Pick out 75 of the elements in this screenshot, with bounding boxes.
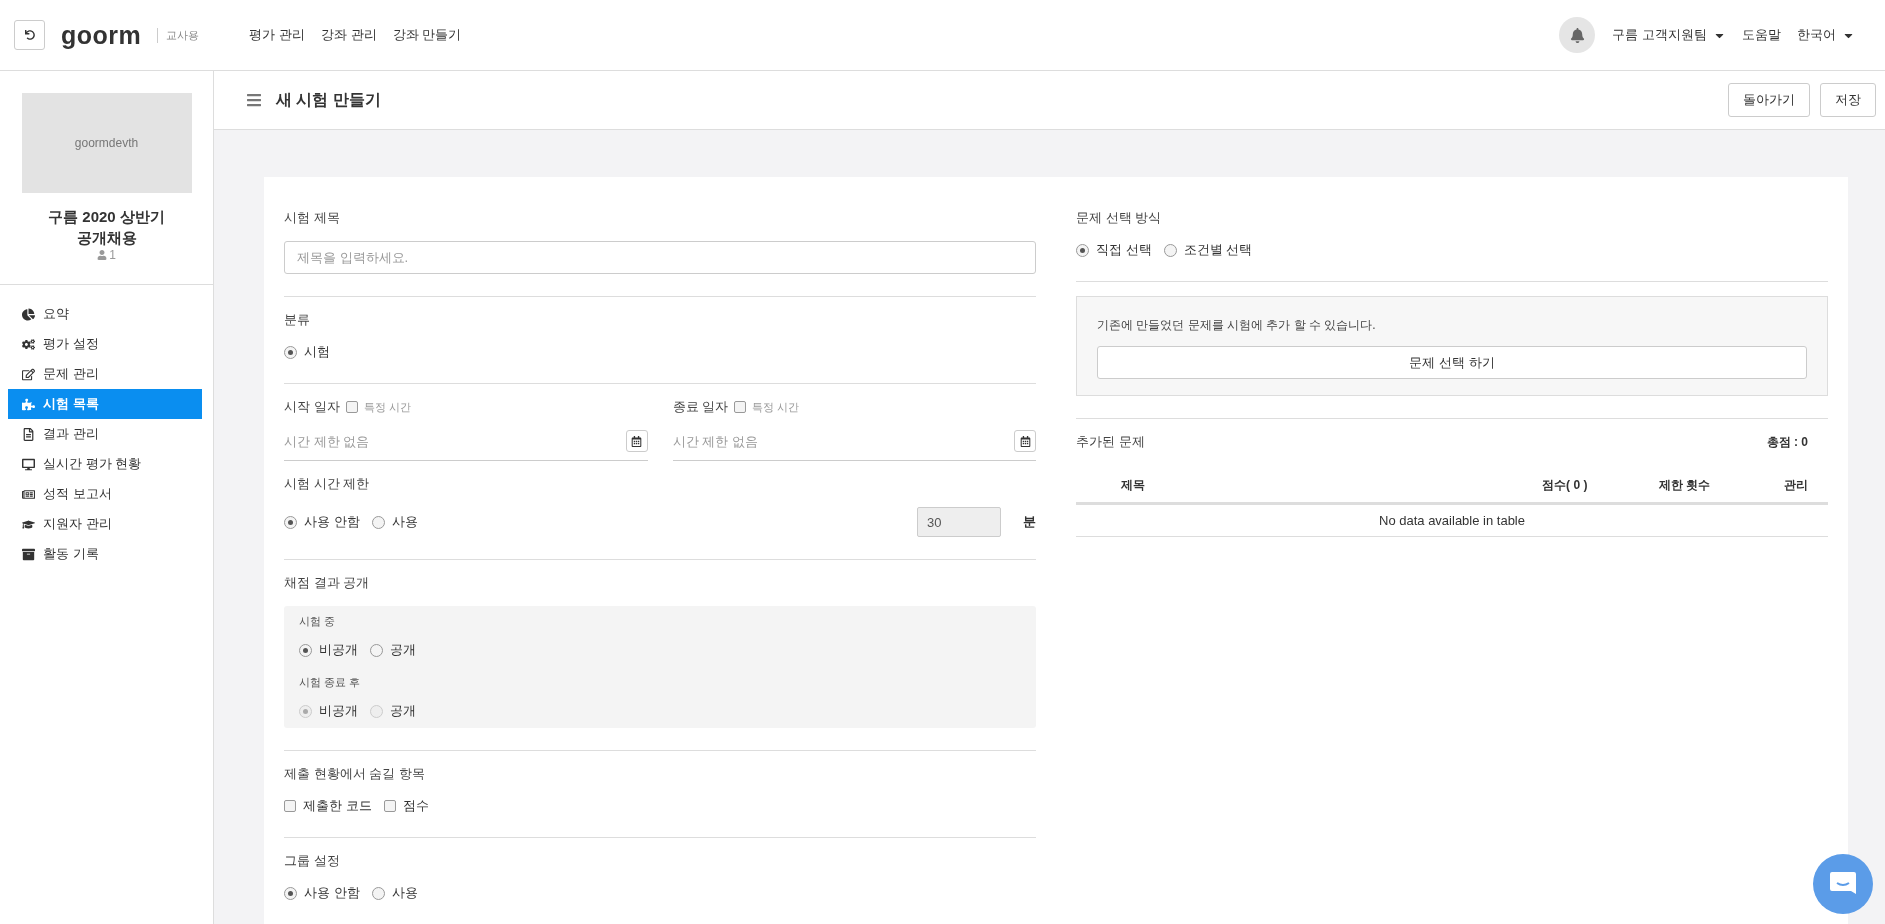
nav-link[interactable]: 강좌 만들기 (392, 26, 462, 44)
radio-button[interactable] (370, 643, 383, 657)
field-label: 시험 제목 (284, 209, 341, 227)
role-label: 교사용 (157, 27, 200, 43)
help-link[interactable]: 도움말 (1742, 26, 1781, 44)
course-image: goormdevth (21, 93, 192, 193)
checkbox[interactable] (383, 800, 396, 812)
group-label: 시험 종료 후 (299, 675, 362, 690)
header-button[interactable]: 돌아가기 (1728, 83, 1810, 117)
page-title: 새 시험 만들기 (276, 89, 381, 110)
header-button[interactable]: 저장 (1820, 83, 1876, 117)
radio-button[interactable] (284, 345, 297, 359)
radio-button[interactable] (1076, 243, 1089, 257)
sidebar-item[interactable]: 성적 보고서 (8, 479, 202, 509)
back-button[interactable] (14, 20, 45, 50)
field-label: 제출 현황에서 숨길 항목 (284, 765, 426, 783)
sidebar-item[interactable]: 활동 기록 (8, 539, 202, 569)
radio-button[interactable] (284, 886, 297, 900)
radio-option[interactable]: 사용 (371, 884, 418, 902)
column-header: 점수( 0 ) (1497, 469, 1614, 504)
nav-link[interactable]: 평가 관리 (249, 26, 305, 44)
checkbox-option[interactable]: 점수 (383, 797, 429, 815)
field-label: 문제 선택 방식 (1076, 209, 1163, 227)
radio-option[interactable]: 시험 (284, 343, 330, 361)
calendar-button[interactable] (625, 430, 648, 452)
sidebar-item[interactable]: 실시간 평가 현황 (8, 449, 202, 479)
notification-button[interactable] (1559, 17, 1596, 53)
sidebar-item[interactable]: 지원자 관리 (8, 509, 202, 539)
group-label: 시험 중 (299, 614, 337, 629)
radio-button[interactable] (1163, 243, 1177, 257)
radio-option[interactable]: 사용 안함 (284, 884, 360, 902)
unit-label: 분 (1023, 513, 1036, 531)
column-header: 관리 (1738, 469, 1828, 504)
title-input[interactable]: 제목을 입력하세요. (284, 241, 1036, 274)
field-label: 추가된 문제 (1076, 433, 1145, 451)
sidebar-item[interactable]: 결과 관리 (8, 419, 202, 449)
total-score: 총점 : 0 (1766, 433, 1808, 451)
radio-option[interactable]: 비공개 (299, 641, 358, 659)
nav-link[interactable]: 강좌 관리 (320, 26, 377, 44)
checkbox-option[interactable]: 제출한 코드 (284, 797, 372, 815)
logo: goorm (61, 20, 142, 50)
picker-text: 기존에 만들었던 문제를 시험에 추가 할 수 있습니다. (1097, 317, 1377, 334)
field-label: 채점 결과 공개 (284, 574, 371, 592)
language-menu[interactable]: 한국어 (1797, 26, 1855, 44)
undo-icon (24, 30, 35, 40)
checkbox-label: 특정 시간 (363, 399, 411, 415)
checkbox[interactable] (345, 401, 358, 413)
member-count: 1 (109, 248, 116, 262)
checkbox-label: 특정 시간 (752, 399, 800, 415)
radio-option[interactable]: 직접 선택 (1076, 241, 1152, 259)
user-menu[interactable]: 구름 고객지원팀 (1612, 26, 1726, 44)
bell-icon (1569, 27, 1585, 43)
field-label: 시험 시간 제한 (284, 475, 371, 493)
sidebar-item[interactable]: 평가 설정 (8, 329, 202, 359)
field-label: 분류 (284, 311, 311, 329)
field-label: 시작 일자 (284, 398, 340, 416)
select-problem-button[interactable]: 문제 선택 하기 (1097, 346, 1807, 379)
calendar-icon (631, 435, 642, 447)
user-icon (97, 250, 108, 260)
column-header: 제목 (1076, 469, 1498, 504)
calendar-icon (1019, 435, 1031, 447)
checkbox[interactable] (284, 800, 296, 812)
radio-option[interactable]: 조건별 선택 (1163, 241, 1253, 259)
sidebar-item[interactable]: 문제 관리 (8, 359, 202, 389)
column-header: 제한 횟수 (1614, 469, 1739, 504)
calendar-button[interactable] (1014, 430, 1036, 452)
radio-button[interactable] (299, 643, 312, 657)
field-label: 그룹 설정 (284, 852, 341, 870)
radio-option[interactable]: 공개 (370, 641, 416, 659)
checkbox[interactable] (734, 401, 747, 413)
field-label: 종료 일자 (672, 398, 729, 416)
empty-table-message: No data available in table (1076, 503, 1828, 537)
radio-button[interactable] (371, 886, 385, 900)
sidebar-item[interactable]: 요약 (8, 299, 202, 329)
course-title: 구름 2020 상반기 공개채용 (47, 207, 166, 248)
